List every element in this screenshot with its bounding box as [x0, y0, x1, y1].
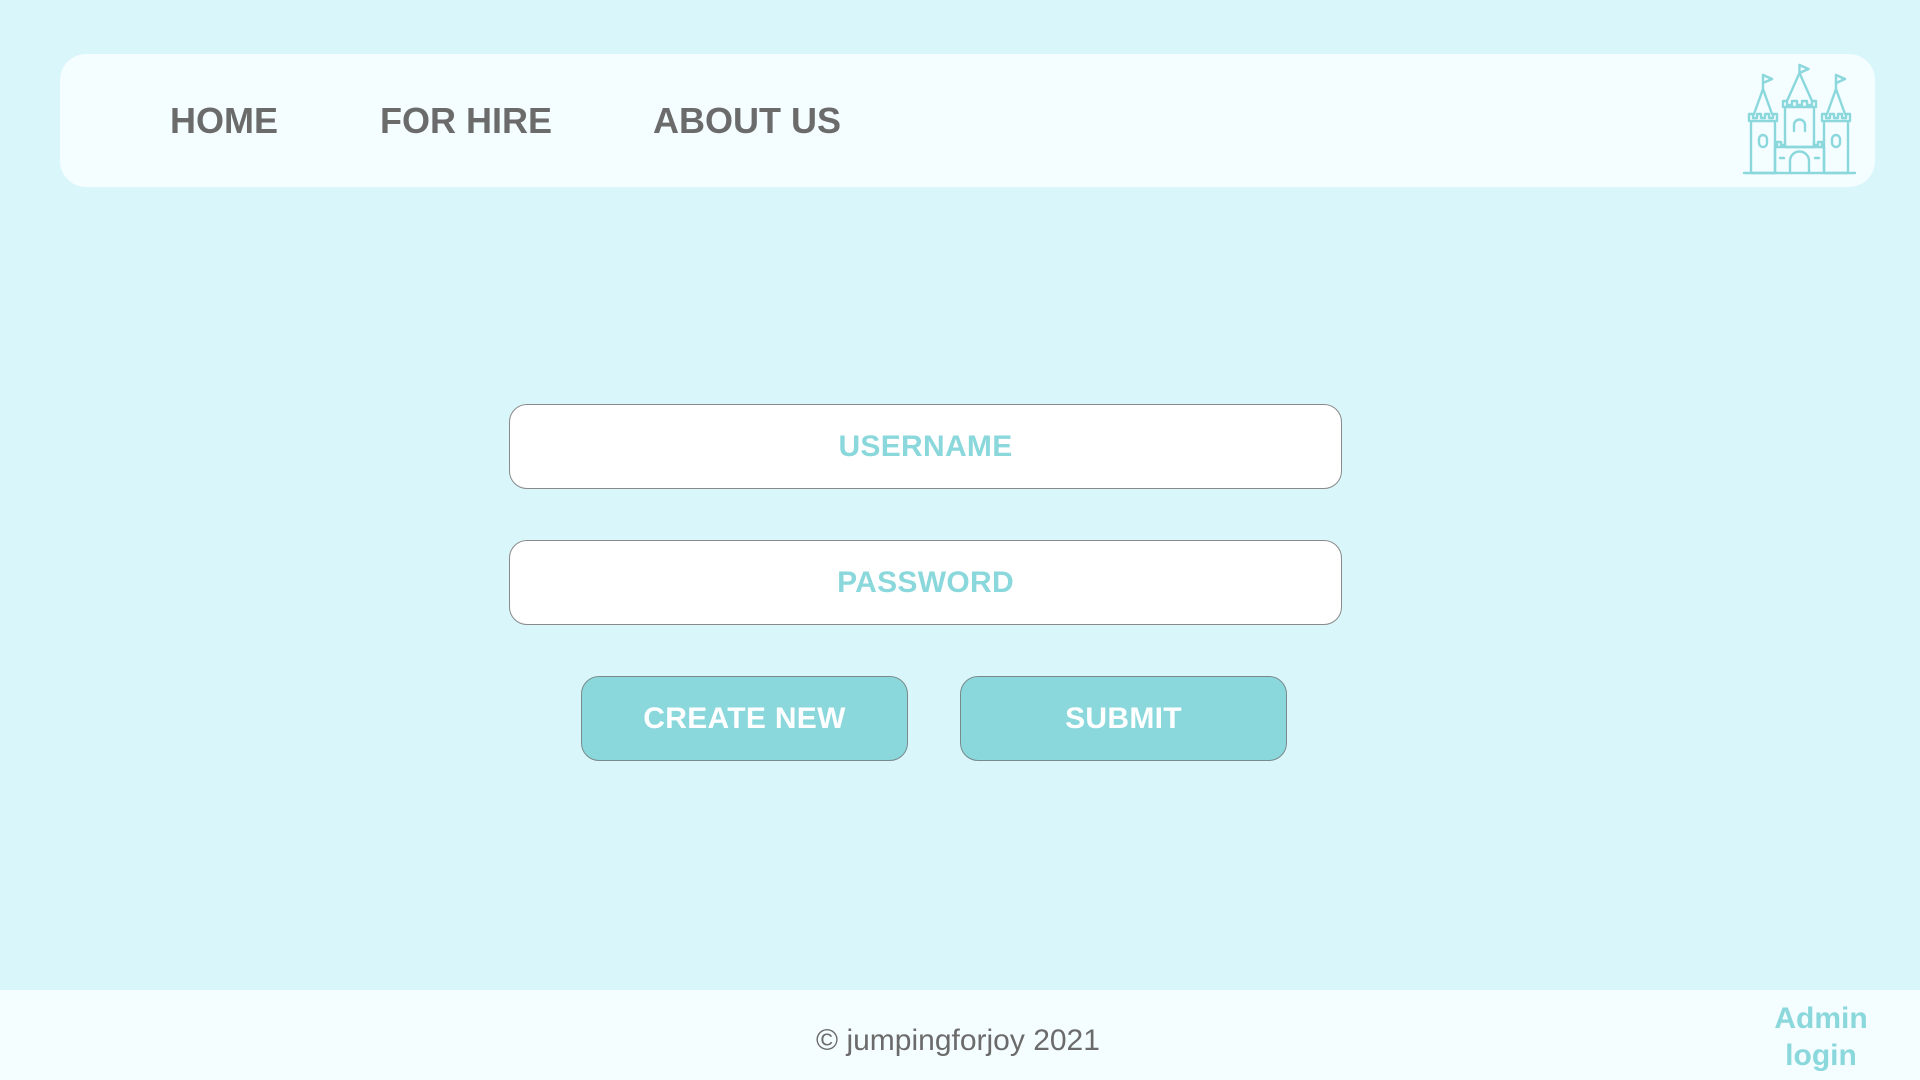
nav-link-about-us[interactable]: ABOUT US [653, 54, 841, 187]
password-input[interactable] [509, 540, 1342, 625]
admin-login-line-2: login [1785, 1039, 1857, 1072]
username-input[interactable] [509, 404, 1342, 489]
admin-login-link[interactable]: Admin login [1760, 1000, 1882, 1074]
submit-button[interactable]: SUBMIT [960, 676, 1287, 761]
create-new-button[interactable]: CREATE NEW [581, 676, 908, 761]
nav-link-home[interactable]: HOME [170, 54, 278, 187]
nav-link-for-hire[interactable]: FOR HIRE [380, 54, 552, 187]
top-navigation-bar: HOME FOR HIRE ABOUT US [60, 54, 1875, 187]
castle-icon[interactable] [1742, 63, 1857, 178]
page-footer: © jumpingforjoy 2021 Admin login [0, 990, 1920, 1080]
admin-login-line-1: Admin [1774, 1002, 1868, 1035]
copyright-text: © jumpingforjoy 2021 [816, 1024, 1100, 1057]
